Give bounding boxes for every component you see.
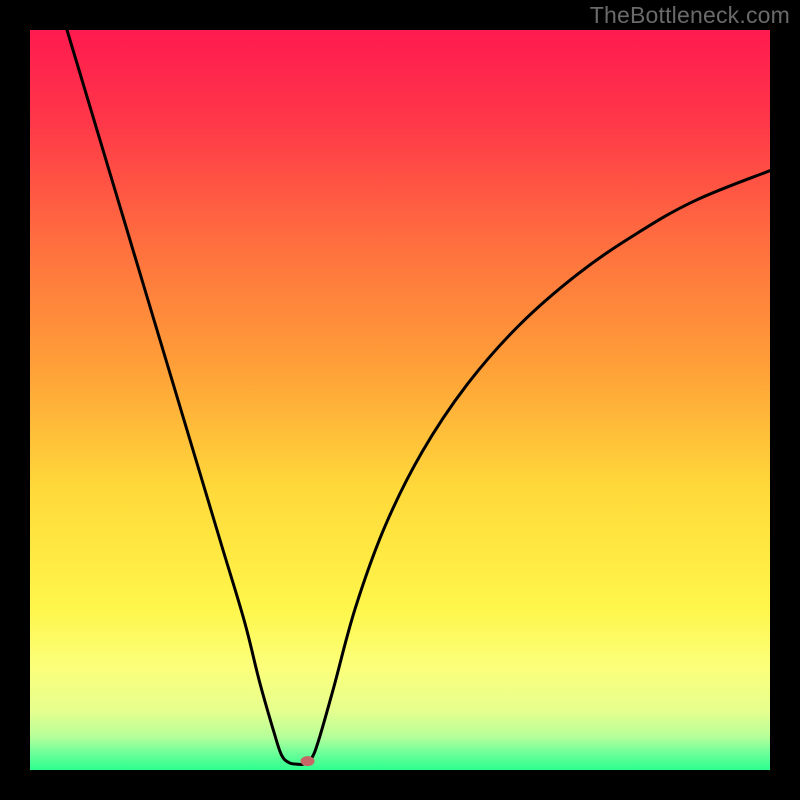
gradient-background bbox=[30, 30, 770, 770]
optimal-point-marker bbox=[301, 756, 315, 766]
bottleneck-curve-plot bbox=[30, 30, 770, 770]
watermark-text: TheBottleneck.com bbox=[590, 2, 790, 29]
chart-frame: TheBottleneck.com bbox=[0, 0, 800, 800]
